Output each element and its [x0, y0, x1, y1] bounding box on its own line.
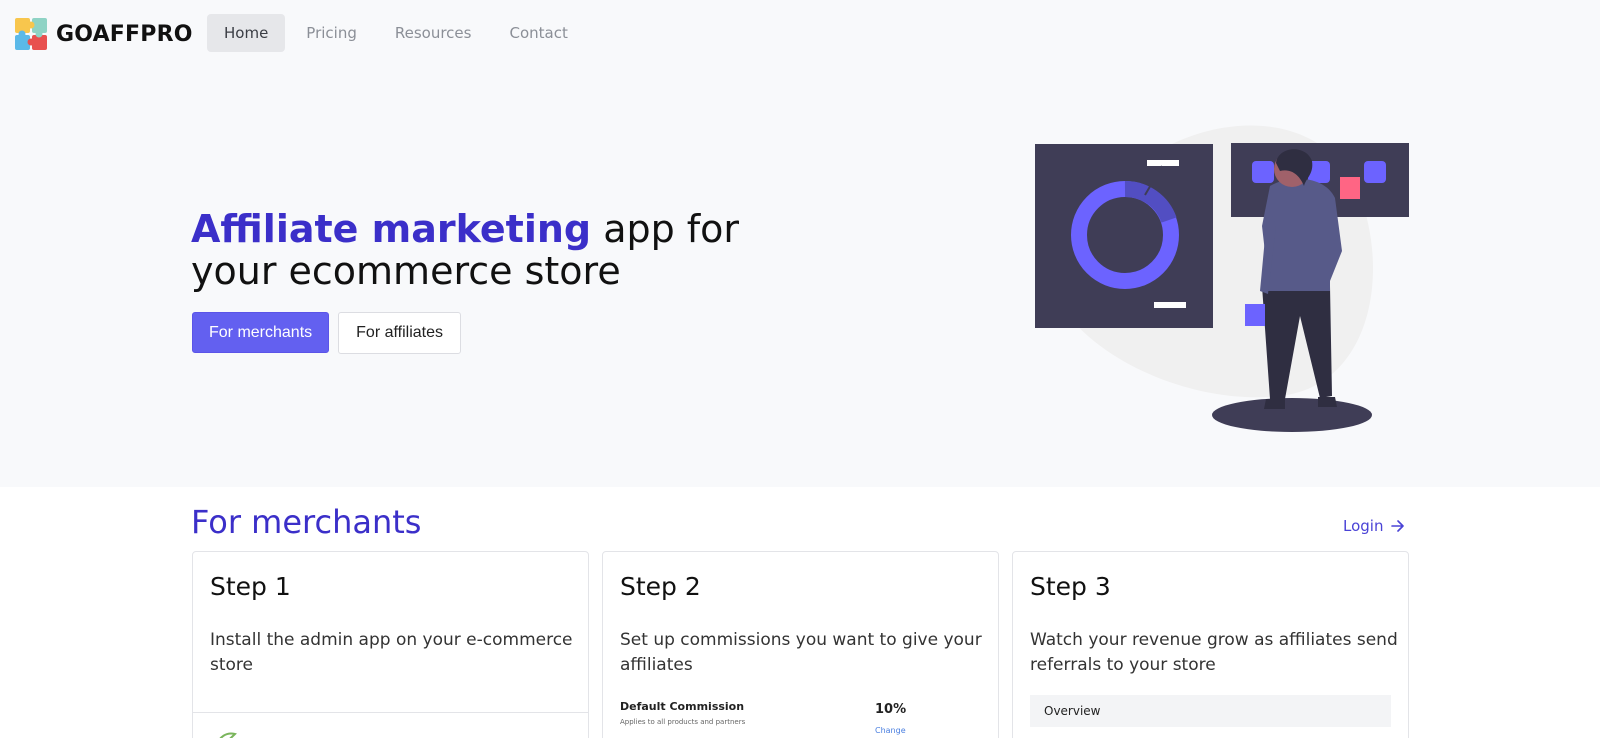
step-text: Watch your revenue grow as affiliates se… [1030, 630, 1398, 675]
card-divider [193, 712, 588, 713]
nav-item-home[interactable]: Home [207, 14, 286, 52]
step-card-3: Step 3 Watch your revenue grow as affili… [1012, 551, 1409, 738]
login-link[interactable]: Login [1343, 517, 1405, 535]
panel-block-3 [1364, 161, 1386, 183]
overview-preview: Overview [1030, 695, 1391, 727]
panel-block-accent [1340, 177, 1360, 199]
held-card [1245, 304, 1265, 326]
merchant-steps: Step 1 Install the admin app on your e-c… [192, 551, 1409, 738]
nav-item-resources[interactable]: Resources [378, 14, 489, 52]
login-link-label: Login [1343, 517, 1384, 535]
step-card-1: Step 1 Install the admin app on your e-c… [192, 551, 589, 738]
step-text: Install the admin app on your e-commerce… [210, 630, 573, 675]
top-navigation-bar: GOAFFPRO Home Pricing Resources Contact [0, 0, 1600, 66]
platform-ellipse [1212, 398, 1372, 432]
step-text: Set up commissions you want to give your… [620, 630, 982, 675]
nav-item-pricing[interactable]: Pricing [289, 14, 374, 52]
step-title: Step 1 [210, 572, 291, 601]
hero-title-accent: Affiliate marketing [191, 207, 592, 251]
commission-sublabel: Applies to all products and partners [620, 718, 746, 726]
panel-line-bottom [1154, 302, 1186, 308]
panel-block-1 [1252, 161, 1274, 183]
step-title: Step 2 [620, 572, 701, 601]
step-title: Step 3 [1030, 572, 1111, 601]
panel-line-top [1147, 160, 1179, 166]
hero-buttons: For merchants For affiliates [192, 312, 461, 354]
commission-change-link[interactable]: Change [875, 726, 906, 735]
hero-section: Affiliate marketing app for your ecommer… [0, 66, 1600, 487]
arrow-right-icon [1391, 520, 1405, 532]
commission-preview: Default Commission Applies to all produc… [620, 700, 920, 735]
merchants-section-title: For merchants [191, 503, 422, 541]
brand-logo[interactable]: GOAFFPRO [14, 17, 193, 51]
main-nav: Home Pricing Resources Contact [207, 14, 589, 52]
commission-value: 10% [875, 702, 907, 717]
step-card-2: Step 2 Set up commissions you want to gi… [602, 551, 999, 738]
brand-name: GOAFFPRO [56, 21, 193, 47]
for-affiliates-button[interactable]: For affiliates [338, 312, 461, 354]
hero-title: Affiliate marketing app for your ecommer… [191, 208, 751, 292]
for-merchants-button[interactable]: For merchants [192, 312, 330, 353]
shopify-leaf-icon [219, 732, 237, 738]
hero-illustration [1035, 125, 1409, 432]
dashboard-panel-left [1035, 144, 1213, 328]
nav-item-contact[interactable]: Contact [492, 14, 584, 52]
puzzle-logo-icon [15, 18, 47, 50]
